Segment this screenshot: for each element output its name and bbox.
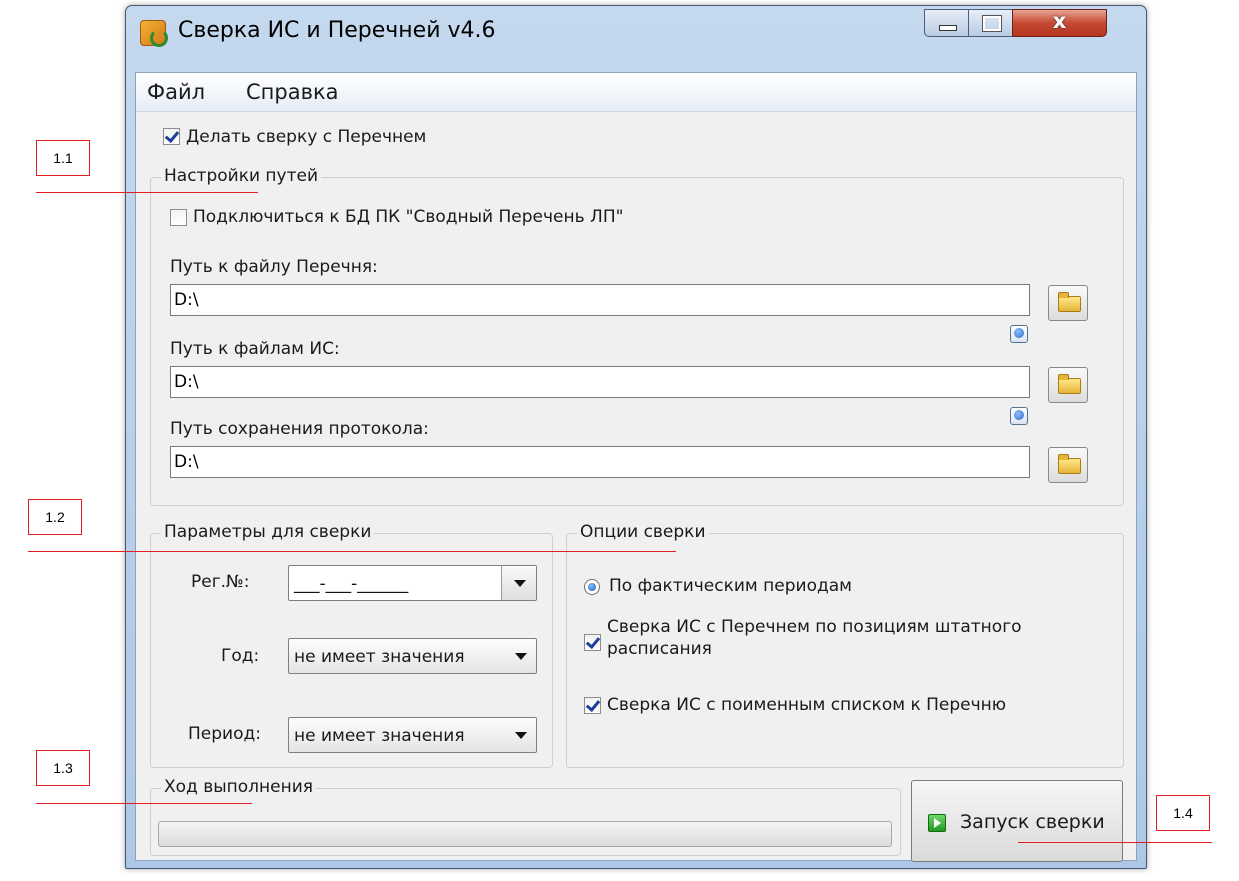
- title-bar[interactable]: Сверка ИС и Перечней v4.6 x: [126, 6, 1146, 56]
- actual-periods-label: По фактическим периодам: [609, 576, 852, 596]
- client-area: Файл Справка Делать сверку с Перечнем На…: [135, 72, 1137, 862]
- actual-periods-radio[interactable]: [584, 579, 600, 595]
- play-icon: [928, 814, 946, 832]
- compare-with-list-label: Делать сверку с Перечнем: [186, 127, 427, 147]
- annotation-1-3: 1.3: [36, 750, 90, 786]
- annotation-1-4: 1.4: [1156, 795, 1210, 831]
- folder-icon: [1058, 292, 1081, 312]
- paths-group: Настройки путей Подключиться к БД ПК "Св…: [150, 166, 1124, 506]
- params-group: Параметры для сверки Рег.№: ___-___-____…: [150, 522, 553, 768]
- list-path-label: Путь к файлу Перечня:: [170, 257, 378, 277]
- period-label: Период:: [188, 724, 261, 744]
- reg-no-label: Рег.№:: [191, 572, 250, 592]
- protocol-path-label: Путь сохранения протокола:: [170, 419, 429, 439]
- folder-icon: [1058, 374, 1081, 394]
- db-connect-checkbox[interactable]: [170, 209, 187, 226]
- annotation-line-1-2: [28, 551, 676, 552]
- annotation-1-1: 1.1: [36, 140, 90, 176]
- app-window: Сверка ИС и Перечней v4.6 x Файл Справка…: [125, 5, 1147, 869]
- copy-down-icon[interactable]: [1010, 325, 1028, 343]
- annotation-line-1-4: [1018, 842, 1212, 843]
- annotation-1-2: 1.2: [28, 499, 82, 535]
- is-path-input[interactable]: [170, 366, 1030, 398]
- db-connect-label: Подключиться к БД ПК "Сводный Перечень Л…: [193, 207, 624, 227]
- reg-no-combo[interactable]: ___-___-______: [288, 565, 537, 601]
- period-select[interactable]: не имеет значения: [288, 717, 537, 753]
- protocol-path-browse-button[interactable]: [1048, 447, 1088, 483]
- chevron-down-icon: [515, 653, 527, 660]
- annotation-line-1-3: [36, 803, 252, 804]
- maximize-button[interactable]: [968, 9, 1013, 37]
- by-positions-label-line2: расписания: [607, 639, 712, 659]
- run-compare-button[interactable]: Запуск сверки: [911, 780, 1123, 862]
- year-select[interactable]: не имеет значения: [288, 638, 537, 674]
- folder-icon: [1058, 454, 1081, 474]
- options-group-title: Опции сверки: [577, 522, 709, 542]
- params-group-title: Параметры для сверки: [161, 522, 375, 542]
- protocol-path-input[interactable]: [170, 446, 1030, 478]
- paths-group-title: Настройки путей: [161, 166, 321, 186]
- copy-down-icon[interactable]: [1010, 407, 1028, 425]
- by-positions-checkbox[interactable]: [584, 634, 601, 651]
- menu-help[interactable]: Справка: [246, 80, 339, 104]
- minimize-icon: [939, 25, 957, 31]
- year-label: Год:: [221, 646, 260, 666]
- chevron-down-icon: [515, 732, 527, 739]
- close-icon: x: [1052, 9, 1067, 33]
- close-button[interactable]: x: [1012, 9, 1107, 37]
- reg-no-dropdown-button[interactable]: [501, 566, 536, 600]
- annotation-line-1-1: [36, 192, 258, 193]
- by-positions-label-line1: Сверка ИС с Перечнем по позициям штатног…: [607, 617, 1022, 637]
- progress-group-title: Ход выполнения: [161, 777, 316, 797]
- chevron-down-icon: [514, 580, 526, 587]
- menu-bar: Файл Справка: [136, 73, 1136, 112]
- list-path-browse-button[interactable]: [1048, 285, 1088, 321]
- options-group: Опции сверки По фактическим периодам Све…: [566, 522, 1124, 768]
- maximize-icon: [982, 15, 1002, 32]
- is-path-browse-button[interactable]: [1048, 367, 1088, 403]
- compare-with-list-checkbox[interactable]: [163, 128, 180, 145]
- run-compare-label: Запуск сверки: [960, 811, 1105, 833]
- period-value: не имеет значения: [294, 726, 465, 746]
- reg-no-value: ___-___-______: [294, 574, 409, 594]
- window-title: Сверка ИС и Перечней v4.6: [178, 18, 496, 43]
- by-named-list-label: Сверка ИС с поименным списком к Перечню: [607, 695, 1007, 715]
- by-named-list-checkbox[interactable]: [584, 697, 601, 714]
- minimize-button[interactable]: [924, 9, 969, 37]
- progress-group: Ход выполнения: [150, 777, 901, 856]
- year-value: не имеет значения: [294, 647, 465, 667]
- is-path-label: Путь к файлам ИС:: [170, 339, 340, 359]
- menu-file[interactable]: Файл: [147, 80, 205, 104]
- progress-bar: [158, 821, 892, 847]
- list-path-input[interactable]: [170, 284, 1030, 316]
- app-icon: [140, 20, 168, 47]
